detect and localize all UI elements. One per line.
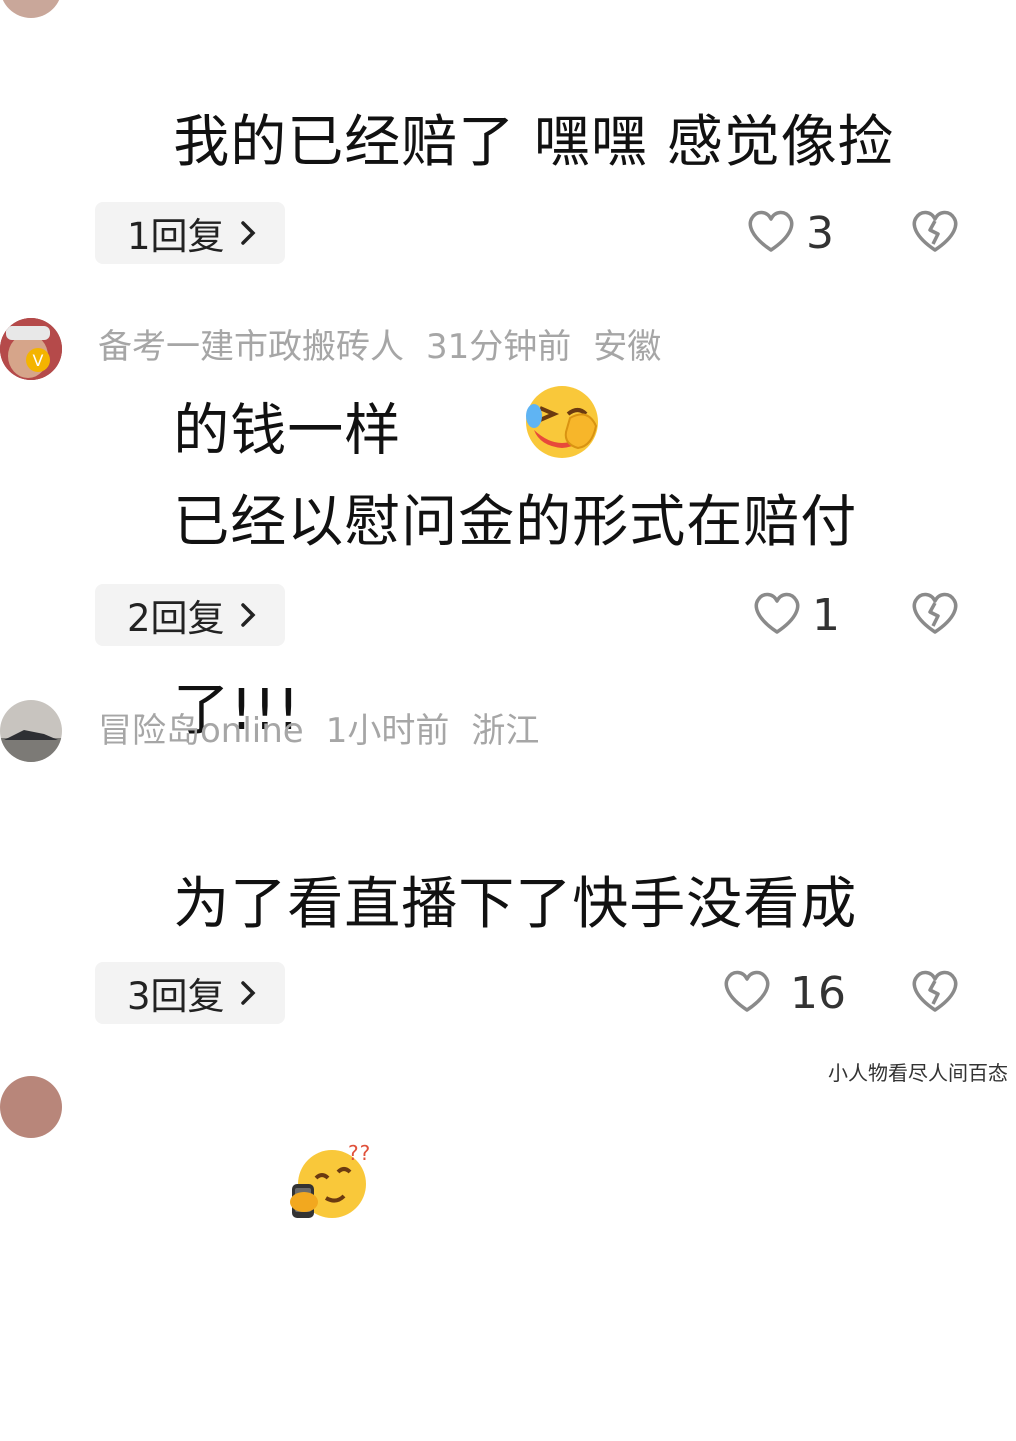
like-button[interactable]: 1 — [752, 584, 840, 646]
comment-text: 为了看直播下了快手没看成 ?? — [98, 764, 958, 1441]
avatar[interactable] — [0, 0, 62, 18]
like-count: 1 — [812, 589, 840, 641]
comment-text-line: 我的已经赔了 嘿嘿 感觉像捡 — [173, 110, 895, 175]
replies-label: 3回复 — [127, 975, 225, 1018]
dislike-button[interactable] — [910, 968, 960, 1018]
timestamp: 1小时前 — [325, 711, 450, 751]
replies-button[interactable]: 1回复 — [95, 202, 285, 264]
heart-icon — [752, 590, 802, 640]
broken-heart-icon — [910, 210, 960, 258]
broken-heart-icon — [910, 592, 960, 640]
avatar[interactable] — [0, 700, 62, 762]
like-button[interactable]: 3 — [746, 202, 834, 264]
comment-meta: 冒险岛online 1小时前 浙江 — [98, 711, 561, 751]
dislike-button[interactable] — [910, 208, 960, 258]
avatar[interactable] — [0, 1076, 62, 1138]
username[interactable]: 冒险岛online — [98, 711, 304, 751]
replies-label: 1回复 — [127, 215, 225, 258]
comment-meta: 备考一建市政搬砖人 31分钟前 安徽 — [98, 327, 683, 367]
sleepy-phone-face-icon: ?? — [173, 1046, 370, 1347]
replies-button[interactable]: 2回复 — [95, 584, 285, 646]
replies-button[interactable]: 3回复 — [95, 962, 285, 1024]
heart-icon — [746, 208, 796, 258]
comment-text-line: 已经以慰问金的形式在赔付 — [173, 490, 858, 555]
like-count: 3 — [806, 207, 834, 259]
like-button[interactable]: 16 — [722, 962, 846, 1024]
chevron-right-icon — [239, 980, 257, 1006]
chevron-right-icon — [239, 220, 257, 246]
avatar[interactable]: V — [0, 318, 62, 380]
heart-icon — [722, 968, 772, 1018]
username[interactable]: 备考一建市政搬砖人 — [98, 327, 404, 367]
timestamp: 31分钟前 — [426, 327, 572, 367]
broken-heart-icon — [910, 970, 960, 1018]
comment-text-line: 为了看直播下了快手没看成 — [173, 872, 858, 937]
svg-text:V: V — [33, 351, 44, 370]
replies-label: 2回复 — [127, 597, 225, 640]
like-count: 16 — [790, 967, 846, 1019]
watermark: 小人物看尽人间百态 — [828, 1061, 1008, 1085]
location: 浙江 — [471, 711, 540, 751]
location: 安徽 — [593, 327, 662, 367]
chevron-right-icon — [239, 602, 257, 628]
svg-text:??: ?? — [348, 1141, 370, 1165]
dislike-button[interactable] — [910, 590, 960, 640]
